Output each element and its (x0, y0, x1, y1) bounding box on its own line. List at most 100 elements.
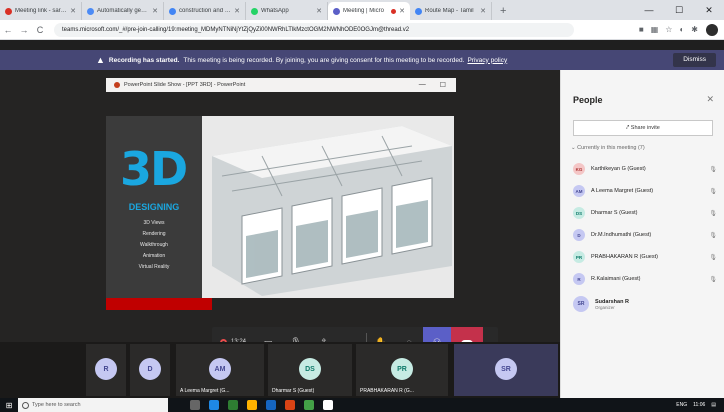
participant-name: PRABHAKARAN R (Guest) (591, 254, 658, 260)
participant-list: KG Karthikeyan G (Guest) 🎙 AM A Leema Margre… (571, 158, 719, 312)
minimize-icon[interactable]: — (634, 0, 664, 20)
close-tab-icon[interactable]: ✕ (152, 7, 158, 15)
excel-icon[interactable] (304, 400, 314, 410)
participant-tile[interactable]: R (86, 344, 126, 396)
avatar: AM (209, 358, 231, 380)
close-tab-icon[interactable]: ✕ (70, 7, 76, 15)
file-explorer-icon[interactable] (247, 400, 257, 410)
store-icon[interactable] (228, 400, 238, 410)
powerpoint-icon (114, 82, 120, 88)
avatar: DS (573, 207, 585, 219)
browser-tab[interactable]: construction and bui ✕ (164, 2, 246, 20)
participant-row[interactable]: R R.Kalaimani (Guest) 🎙 (571, 268, 719, 290)
microphone-off-icon: 🎙 (709, 276, 717, 283)
chrome-icon[interactable] (323, 400, 333, 410)
url-field[interactable]: teams.microsoft.com/_#/pre-join-calling/… (54, 22, 574, 37)
slide-service-item: Animation (142, 253, 166, 259)
back-icon[interactable]: ← (0, 25, 16, 35)
participant-name: A Leema Margret (Guest) (591, 188, 654, 194)
participant-tile[interactable]: DS Dharmar S (Guest) (268, 344, 352, 396)
banner-text: This meeting is being recorded. By joini… (183, 56, 465, 64)
star-icon[interactable]: ☆ (665, 25, 672, 34)
word-icon[interactable] (266, 400, 276, 410)
camera-icon[interactable]: ■ (639, 25, 644, 34)
tab-title: construction and bui (179, 8, 232, 14)
participant-name: R.Kalaimani (Guest) (591, 276, 641, 282)
avatar: PR (391, 358, 413, 380)
participant-row[interactable]: KG Karthikeyan G (Guest) 🎙 (571, 158, 719, 180)
participant-tile-name: A Leema Margret (G... (180, 388, 230, 394)
microphone-off-icon: 🎙 (709, 232, 717, 239)
close-tab-icon[interactable]: ✕ (399, 7, 405, 15)
browser-tab[interactable]: Meeting link - sarithi ✕ (0, 2, 82, 20)
puzzle-icon[interactable]: ✱ (691, 25, 698, 34)
privacy-policy-link[interactable]: Privacy policy (467, 57, 507, 64)
browser-tab[interactable]: Meeting | Micro ✕ (328, 2, 410, 20)
new-tab-icon[interactable]: + (492, 2, 514, 20)
close-window-icon[interactable]: ✕ (694, 0, 724, 20)
participant-name: Dharmar S (Guest) (591, 210, 638, 216)
system-tray: ENG 11:06 ▤ (676, 402, 724, 408)
tab-favicon-icon (251, 7, 258, 15)
grid-icon[interactable]: ▦ (651, 25, 659, 34)
slide-side-panel: 3D DESIGNING 3D Views Rendering Walkthroug… (106, 116, 202, 298)
profile-avatar[interactable] (706, 23, 718, 36)
powerpoint-taskbar-icon[interactable] (285, 400, 295, 410)
forward-icon[interactable]: → (16, 25, 32, 35)
avatar: R (573, 273, 585, 285)
participant-tile[interactable]: AM A Leema Margret (G... (176, 344, 264, 396)
participant-row[interactable]: AM A Leema Margret (Guest) 🎙 (571, 180, 719, 202)
recording-banner: ▲ Recording has started. This meeting is… (0, 50, 724, 70)
tab-title: Route Map - Tamil (425, 8, 474, 14)
participant-strip: R D AM A Leema Margret (G... DS Dharmar S (Gu… (0, 342, 560, 398)
edge-icon[interactable] (209, 400, 219, 410)
browser-tab[interactable]: Automatically generate✕ (82, 2, 164, 20)
task-view-icon[interactable] (190, 400, 200, 410)
slide-red-bar (106, 298, 212, 310)
maximize-icon: ☐ (439, 82, 446, 89)
clock[interactable]: 11:06 (693, 402, 705, 408)
tab-title: WhatsApp (261, 8, 289, 14)
shared-content-stage: PowerPoint Slide Show - [PPT 3RD] - Powe… (0, 70, 560, 357)
close-tab-icon[interactable]: ✕ (316, 7, 322, 15)
reload-icon[interactable]: C (32, 25, 48, 35)
window-controls: — ☐ ✕ (634, 0, 724, 20)
slide-headline: 3D (120, 142, 188, 196)
people-panel-title: People (573, 95, 603, 105)
shared-window-title: PowerPoint Slide Show - [PPT 3RD] - Powe… (124, 82, 246, 88)
extension-icon[interactable]: ◐ (679, 25, 684, 34)
participant-row[interactable]: DS Dharmar S (Guest) 🎙 (571, 202, 719, 224)
taskbar-search-field[interactable]: Type here to search (18, 398, 168, 412)
participant-tile[interactable]: D (130, 344, 170, 396)
slide-service-item: Walkthrough (140, 242, 168, 248)
share-invite-button[interactable]: ⤤ Share invite (573, 120, 713, 136)
participant-name: Karthikeyan G (Guest) (591, 166, 646, 172)
windows-start-icon[interactable]: ⊞ (0, 401, 18, 410)
slide-subtitle: DESIGNING (128, 202, 180, 212)
slide-service-item: 3D Views (143, 220, 165, 226)
warning-icon: ▲ (96, 55, 105, 65)
participant-tile[interactable]: PR PRABHAKARAN R (G... (356, 344, 448, 396)
avatar: SR (495, 358, 517, 380)
browser-tab[interactable]: WhatsApp ✕ (246, 2, 328, 20)
avatar: AM (573, 185, 585, 197)
dismiss-button[interactable]: Dismiss (673, 53, 716, 67)
close-tab-icon[interactable]: ✕ (234, 7, 240, 15)
banner-strong: Recording has started. (108, 56, 180, 64)
organizer-row[interactable]: SR Sudarshan R Organizer (571, 296, 719, 312)
browser-tab[interactable]: Route Map - Tamil ✕ (410, 2, 492, 20)
tab-favicon-icon (87, 7, 94, 15)
extension-icons: ■ ▦ ☆ ◐ ✱ (639, 25, 706, 34)
close-icon[interactable]: ✕ (706, 94, 714, 105)
close-tab-icon[interactable]: ✕ (480, 7, 486, 15)
language-indicator[interactable]: ENG (676, 402, 687, 408)
participant-row[interactable]: PR PRABHAKARAN R (Guest) 🎙 (571, 246, 719, 268)
tab-favicon-icon (5, 7, 12, 15)
currently-in-meeting-header[interactable]: ⌄ Currently in this meeting (7) (571, 145, 645, 151)
avatar: D (139, 358, 161, 380)
minimize-icon: — (418, 81, 426, 88)
notifications-icon[interactable]: ▤ (711, 402, 716, 408)
participant-tile[interactable]: SR (454, 344, 558, 396)
participant-row[interactable]: D Dr.M.Indhumathi (Guest) 🎙 (571, 224, 719, 246)
maximize-icon[interactable]: ☐ (664, 0, 694, 20)
